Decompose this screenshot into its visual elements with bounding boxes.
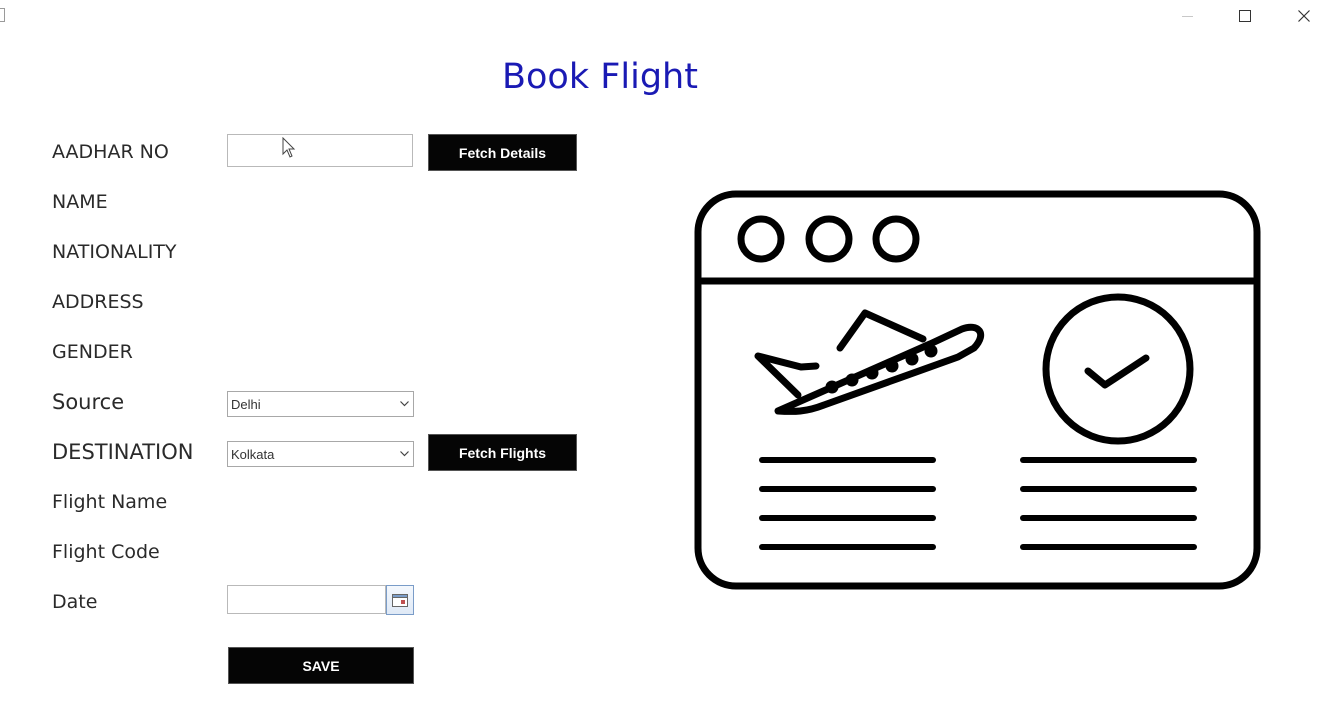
maximize-icon: [1239, 10, 1251, 22]
chevron-down-icon: [395, 392, 413, 416]
destination-value: Kolkata: [231, 446, 275, 462]
minimize-button[interactable]: [1164, 2, 1210, 30]
destination-dropdown[interactable]: Kolkata: [227, 441, 414, 467]
name-label: NAME: [52, 191, 108, 213]
source-label: Source: [52, 390, 125, 414]
source-value: Delhi: [231, 396, 261, 412]
date-label: Date: [52, 591, 98, 613]
chevron-down-icon: [395, 442, 413, 466]
aadhar-input[interactable]: [227, 134, 413, 167]
book-flight-window: Book Flight AADHAR NO NAME NATIONALITY A…: [0, 0, 1320, 726]
gender-label: GENDER: [52, 341, 133, 363]
date-picker-button[interactable]: [386, 585, 414, 615]
aadhar-label: AADHAR NO: [52, 141, 169, 163]
nationality-label: NATIONALITY: [52, 241, 177, 263]
check-mark-icon: [1084, 354, 1150, 389]
address-label: ADDRESS: [52, 291, 144, 313]
maximize-button[interactable]: [1222, 2, 1268, 30]
minimize-icon: [1181, 15, 1193, 17]
browser-dot-2: [805, 215, 853, 263]
date-input[interactable]: [227, 585, 386, 614]
calendar-icon: [392, 593, 408, 607]
browser-dot-1: [737, 215, 785, 263]
airplane-icon: [754, 309, 985, 415]
close-icon: [1298, 10, 1310, 22]
destination-label: DESTINATION: [52, 440, 194, 464]
browser-frame: [694, 190, 1261, 590]
fetch-flights-button[interactable]: Fetch Flights: [428, 434, 577, 471]
app-icon: [0, 8, 5, 22]
browser-dot-3: [872, 215, 920, 263]
source-dropdown[interactable]: Delhi: [227, 391, 414, 417]
save-button[interactable]: SAVE: [228, 647, 414, 684]
flight-name-label: Flight Name: [52, 491, 168, 513]
flight-code-label: Flight Code: [52, 541, 160, 563]
flight-booking-illustration: [694, 190, 1261, 590]
close-button[interactable]: [1281, 2, 1320, 30]
text-lines-left: [759, 457, 936, 550]
page-title: Book Flight: [502, 57, 698, 97]
check-circle-icon: [1042, 293, 1194, 445]
fetch-details-button[interactable]: Fetch Details: [428, 134, 577, 171]
text-lines-right: [1020, 457, 1197, 550]
mouse-cursor-icon: [282, 137, 296, 158]
